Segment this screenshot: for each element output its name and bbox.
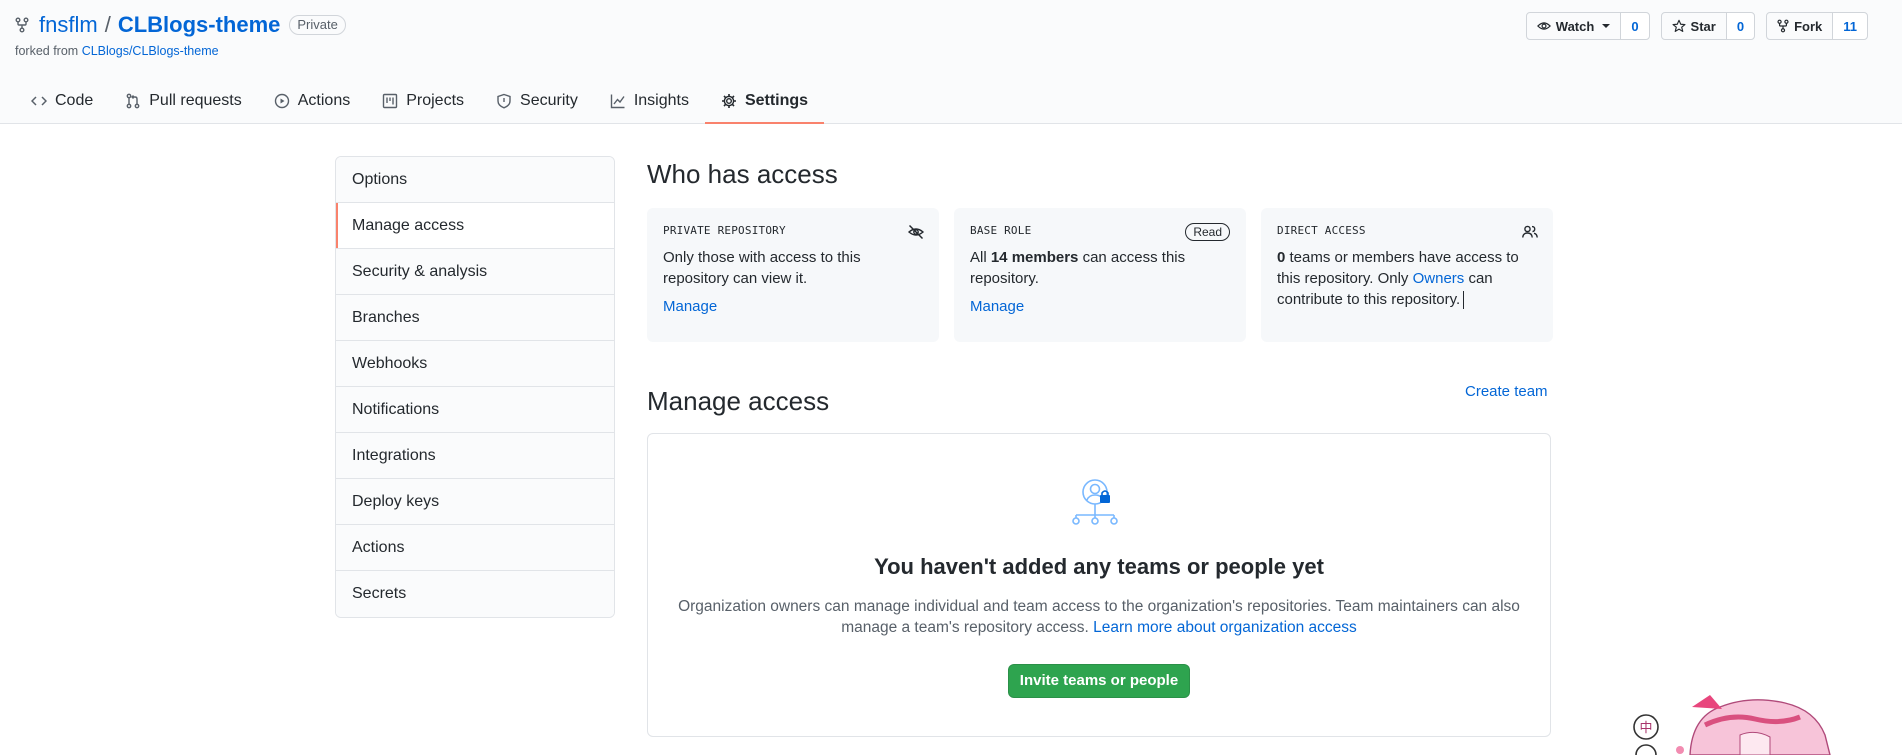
invite-teams-button[interactable]: Invite teams or people	[1008, 664, 1190, 698]
fork-icon	[1777, 19, 1789, 33]
manage-visibility-link[interactable]: Manage	[663, 298, 923, 315]
tab-code[interactable]: Code	[15, 80, 109, 124]
git-pull-request-icon	[126, 93, 140, 109]
forked-from-prefix: forked from	[15, 44, 79, 58]
tab-actions[interactable]: Actions	[258, 80, 366, 124]
repo-name-link[interactable]: CLBlogs-theme	[118, 12, 281, 38]
star-label: Star	[1690, 18, 1716, 34]
watch-count[interactable]: 0	[1621, 13, 1649, 39]
learn-more-link[interactable]: Learn more about organization access	[1093, 619, 1357, 636]
repo-forked-icon	[15, 17, 29, 33]
tab-label: Security	[520, 92, 578, 109]
sidebar-item-secrets[interactable]: Secrets	[336, 571, 614, 617]
tab-pull-requests[interactable]: Pull requests	[109, 80, 258, 124]
eye-closed-icon	[907, 224, 925, 240]
access-summary-cards: PRIVATE REPOSITORY Only those with acces…	[647, 208, 1553, 342]
card-text: All 14 members can access this repositor…	[970, 247, 1230, 289]
card-text: Only those with access to this repositor…	[663, 249, 861, 287]
empty-state: You haven't added any teams or people ye…	[647, 433, 1551, 737]
sidebar-item-actions[interactable]: Actions	[336, 525, 614, 571]
card-text: 0 teams or members have access to this r…	[1277, 247, 1537, 310]
repo-title: fnsflm / CLBlogs-theme Private	[15, 12, 346, 38]
repo-header: fnsflm / CLBlogs-theme Private forked fr…	[0, 0, 1902, 124]
sidebar-item-manage-access[interactable]: Manage access	[336, 203, 614, 249]
sidebar-item-integrations[interactable]: Integrations	[336, 433, 614, 479]
sidebar-item-deploy-keys[interactable]: Deploy keys	[336, 479, 614, 525]
text-cursor	[1463, 291, 1465, 310]
tab-label: Pull requests	[149, 92, 242, 109]
sidebar-item-security-analysis[interactable]: Security & analysis	[336, 249, 614, 295]
people-icon	[1522, 225, 1538, 238]
create-team-link[interactable]: Create team	[1465, 383, 1548, 400]
project-icon	[383, 93, 398, 109]
empty-state-description: Organization owners can manage individua…	[672, 596, 1526, 638]
tab-label: Insights	[633, 92, 689, 109]
repo-nav: Code Pull requests Actions Projects Secu…	[15, 80, 825, 124]
star-icon	[1672, 19, 1686, 32]
repo-owner-link[interactable]: fnsflm	[39, 12, 98, 38]
private-repository-card: PRIVATE REPOSITORY Only those with acces…	[647, 208, 939, 342]
fork-group: Fork 11	[1766, 12, 1868, 40]
graph-icon	[610, 94, 625, 109]
forked-from: forked from CLBlogs/CLBlogs-theme	[15, 44, 219, 58]
sidebar-item-branches[interactable]: Branches	[336, 295, 614, 341]
watch-button[interactable]: Watch	[1527, 13, 1622, 39]
mascot-illustration-icon: 中	[1633, 695, 1831, 755]
person-lock-icon	[1072, 479, 1118, 525]
tab-label: Code	[55, 92, 94, 109]
star-group: Star 0	[1660, 12, 1756, 40]
card-label: PRIVATE REPOSITORY	[663, 224, 786, 237]
members-count: 14 members	[990, 249, 1079, 266]
fork-button[interactable]: Fork	[1767, 13, 1834, 39]
who-has-access-title: Who has access	[647, 159, 838, 189]
tab-label: Settings	[744, 92, 809, 109]
owners-link[interactable]: Owners	[1413, 270, 1465, 287]
manage-access-title: Manage access	[647, 386, 830, 416]
chevron-down-icon	[1602, 24, 1611, 28]
play-icon	[274, 93, 289, 109]
fork-label: Fork	[1794, 18, 1823, 34]
sidebar-item-options[interactable]: Options	[336, 157, 614, 203]
shield-icon	[497, 93, 511, 109]
sidebar-item-webhooks[interactable]: Webhooks	[336, 341, 614, 387]
text-pre: All	[970, 249, 987, 266]
base-role-card: BASE ROLE Read All 14 members can access…	[954, 208, 1246, 342]
card-label: DIRECT ACCESS	[1277, 224, 1366, 237]
fork-count[interactable]: 11	[1833, 13, 1867, 39]
svg-text:中: 中	[1639, 721, 1652, 736]
path-separator: /	[104, 12, 111, 37]
sidebar-item-notifications[interactable]: Notifications	[336, 387, 614, 433]
direct-count: 0	[1277, 249, 1286, 266]
direct-access-card: DIRECT ACCESS 0 teams or members have ac…	[1261, 208, 1553, 342]
tab-insights[interactable]: Insights	[594, 80, 705, 124]
star-count[interactable]: 0	[1726, 13, 1755, 39]
watch-group: Watch 0	[1525, 12, 1650, 40]
repo-actions: Watch 0 Star 0 Fork 11	[1525, 12, 1868, 40]
settings-sidebar: Options Manage access Security & analysi…	[335, 156, 615, 618]
tab-projects[interactable]: Projects	[366, 80, 480, 124]
forked-from-link[interactable]: CLBlogs/CLBlogs-theme	[82, 44, 219, 58]
eye-icon	[1536, 22, 1551, 30]
tab-security[interactable]: Security	[480, 80, 594, 124]
role-badge: Read	[1185, 223, 1230, 241]
star-button[interactable]: Star	[1662, 13, 1727, 39]
code-icon	[31, 96, 47, 106]
empty-state-title: You haven't added any teams or people ye…	[874, 554, 1324, 579]
tab-label: Projects	[406, 92, 465, 109]
visibility-badge: Private	[289, 15, 346, 35]
tab-settings[interactable]: Settings	[704, 80, 825, 124]
tab-label: Actions	[297, 92, 351, 109]
watch-label: Watch	[1555, 18, 1595, 34]
manage-base-role-link[interactable]: Manage	[970, 298, 1230, 315]
gear-icon	[721, 94, 736, 108]
